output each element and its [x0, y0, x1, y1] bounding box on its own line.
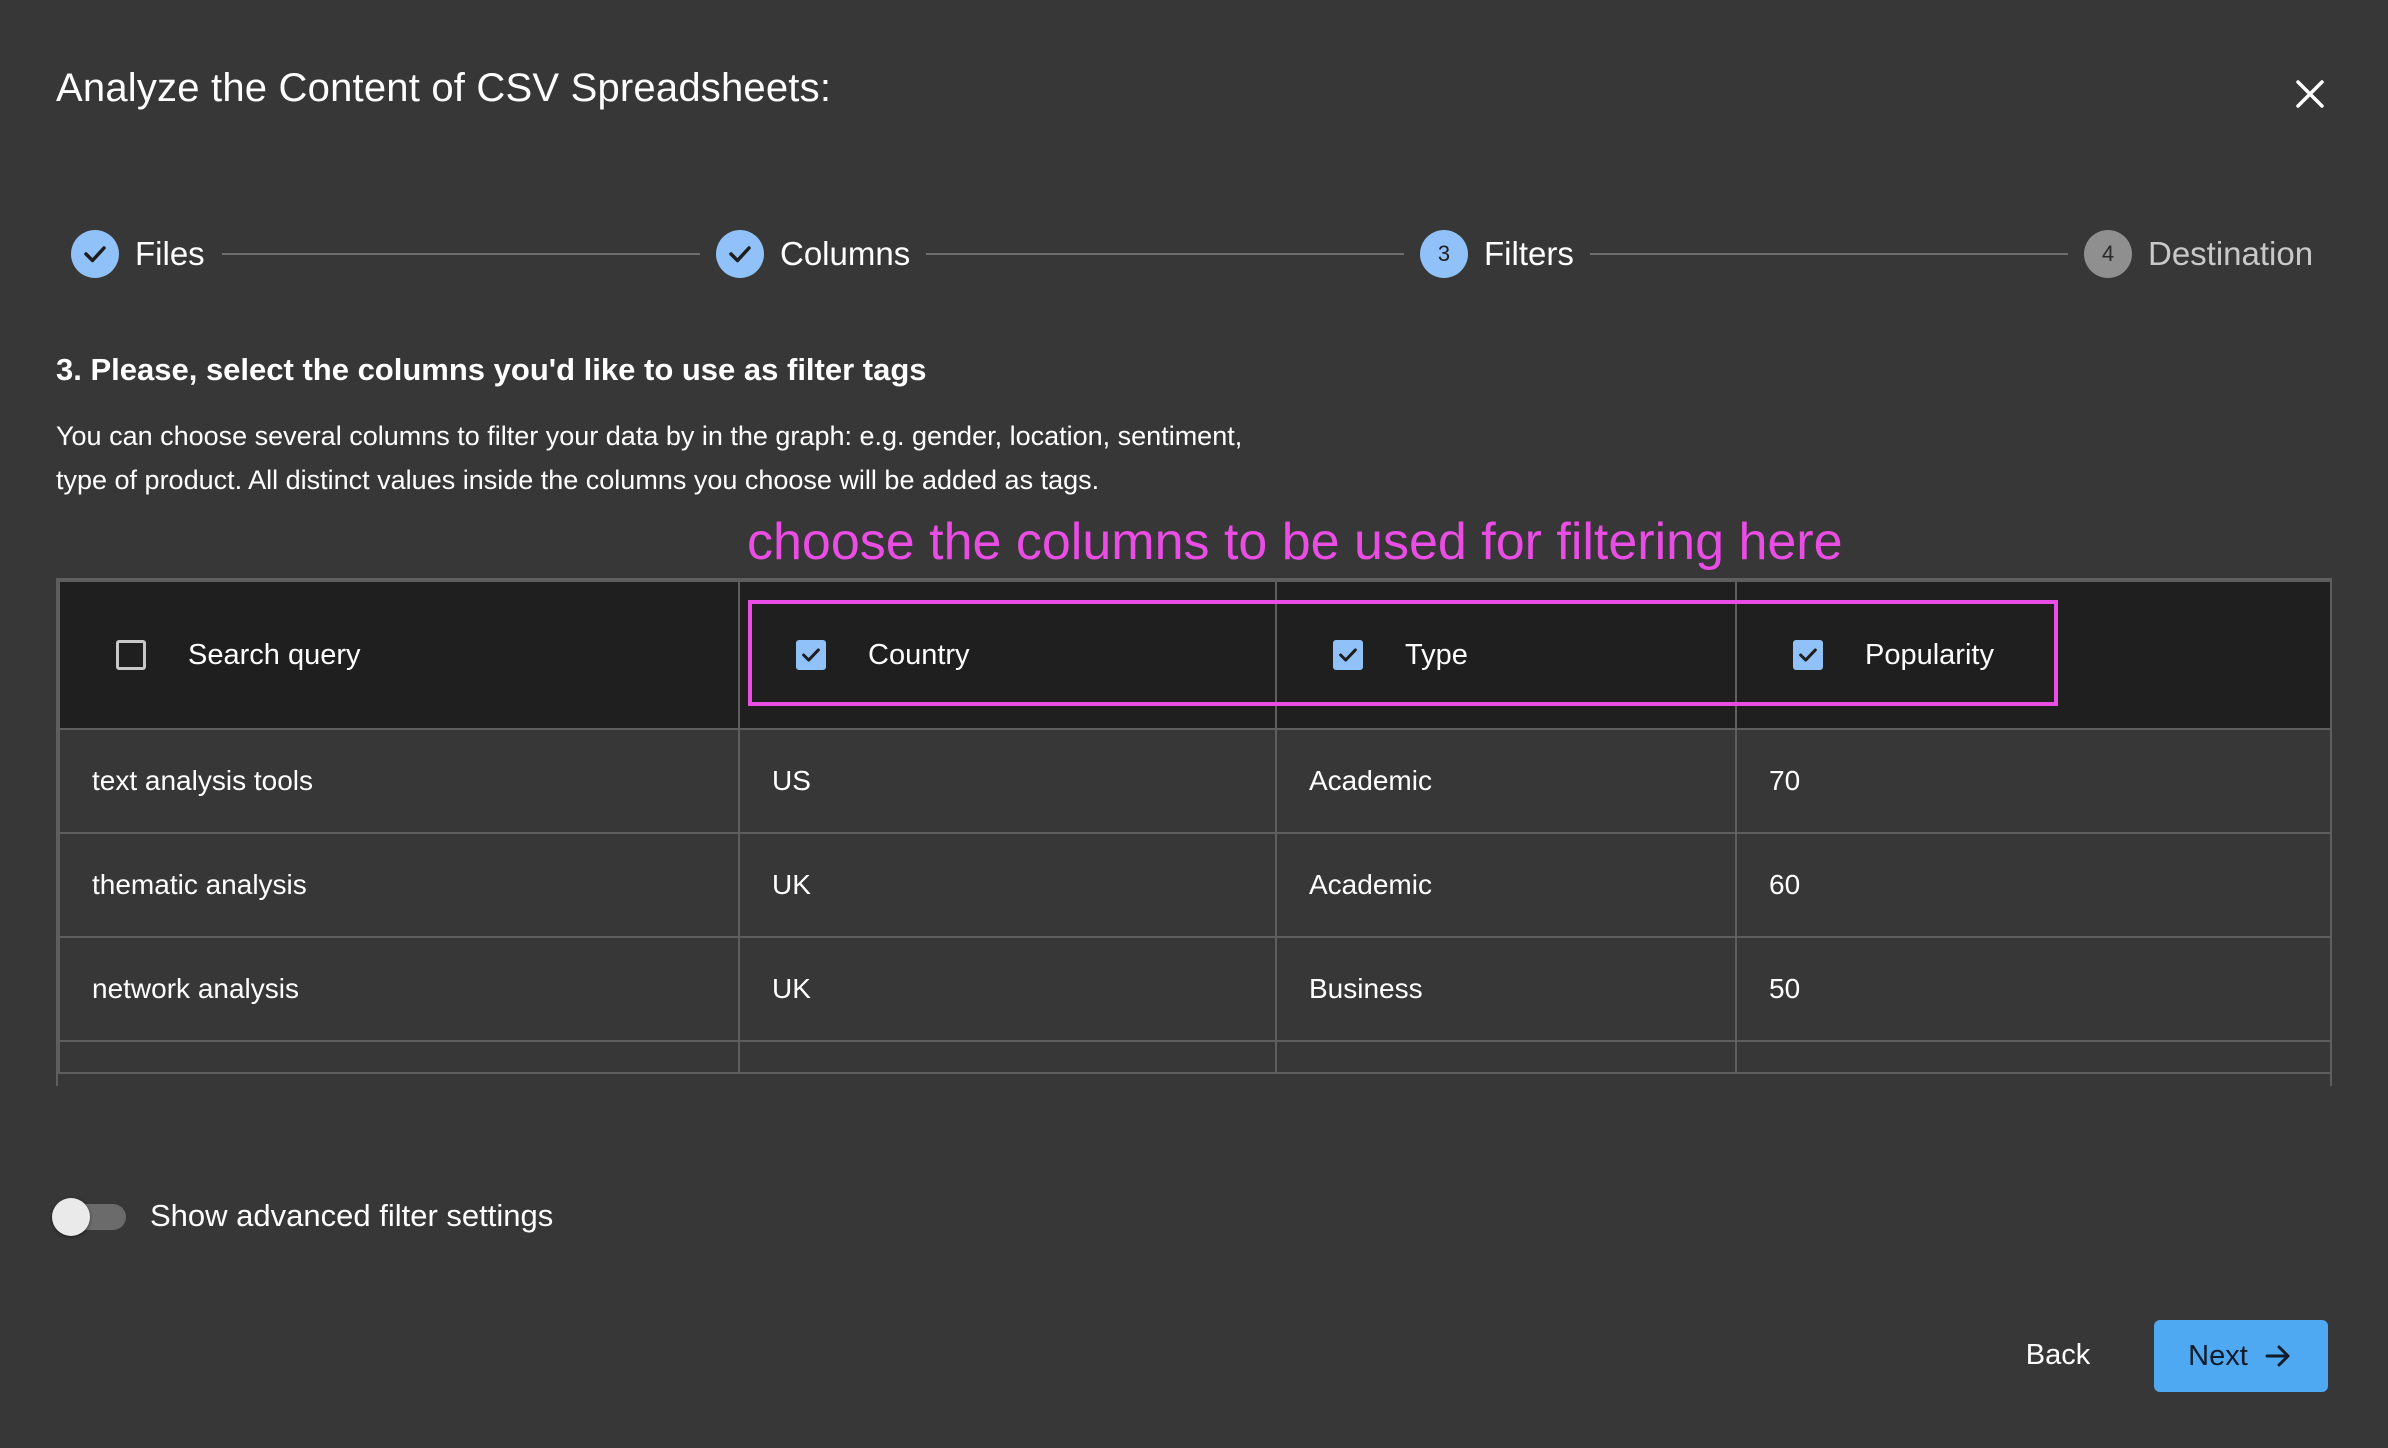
- table-cell: network analysis: [58, 936, 740, 1042]
- table-row-partial: [58, 1040, 2330, 1074]
- advanced-filter-toggle[interactable]: [52, 1198, 128, 1236]
- column-header-country: Country: [738, 580, 1277, 730]
- step-label: Destination: [2148, 235, 2314, 272]
- checkmark-icon: [1339, 648, 1357, 662]
- table-cell: Academic: [1275, 832, 1737, 938]
- table-cell: UK: [738, 832, 1277, 938]
- table-cell: thematic analysis: [58, 832, 740, 938]
- annotation-text: choose the columns to be used for filter…: [747, 513, 1843, 571]
- table-cell: Business: [1275, 936, 1737, 1042]
- step-label: Filters: [1484, 235, 1574, 272]
- back-button[interactable]: Back: [1998, 1320, 2118, 1390]
- table-cell: 70: [1735, 728, 2330, 834]
- step-done-check-icon: [716, 230, 764, 278]
- column-checkbox-search-query[interactable]: [116, 640, 146, 670]
- section-heading: 3. Please, select the columns you'd like…: [56, 352, 927, 387]
- columns-table: Search query Country Type Popularity tex…: [56, 578, 2332, 1086]
- table-cell: UK: [738, 936, 1277, 1042]
- toggle-thumb: [52, 1198, 90, 1236]
- table-cell: US: [738, 728, 1277, 834]
- step-connector: [1590, 253, 2068, 255]
- step-number: 4: [2084, 230, 2132, 278]
- column-checkbox-popularity[interactable]: [1793, 640, 1823, 670]
- table-row: thematic analysis UK Academic 60: [58, 832, 2330, 938]
- next-button-label: Next: [2188, 1339, 2248, 1372]
- step-filters[interactable]: 3 Filters: [1420, 229, 1574, 279]
- column-checkbox-country[interactable]: [796, 640, 826, 670]
- arrow-right-icon: [2265, 1345, 2290, 1367]
- column-label: Country: [868, 638, 970, 671]
- table-cell: Academic: [1275, 728, 1737, 834]
- step-connector: [222, 253, 700, 255]
- advanced-filter-label: Show advanced filter settings: [150, 1198, 554, 1233]
- column-header-popularity: Popularity: [1735, 580, 2330, 730]
- step-label: Columns: [780, 235, 911, 272]
- column-header-type: Type: [1275, 580, 1737, 730]
- table-row: text analysis tools US Academic 70: [58, 728, 2330, 834]
- table-cell: text analysis tools: [58, 728, 740, 834]
- column-header-search-query: Search query: [58, 580, 740, 730]
- next-button[interactable]: Next: [2154, 1320, 2328, 1392]
- column-label: Type: [1405, 638, 1468, 671]
- table-row: network analysis UK Business 50: [58, 936, 2330, 1042]
- step-files[interactable]: Files: [71, 229, 205, 279]
- step-destination[interactable]: 4 Destination: [2084, 229, 2313, 279]
- table-cell: 60: [1735, 832, 2330, 938]
- table-header-row: Search query Country Type Popularity: [58, 580, 2330, 730]
- section-description: You can choose several columns to filter…: [56, 421, 1243, 495]
- column-label: Popularity: [1865, 638, 1994, 671]
- step-done-check-icon: [71, 230, 119, 278]
- stepper: Files Columns 3 Filters 4 Destination: [0, 0, 2388, 300]
- column-checkbox-type[interactable]: [1333, 640, 1363, 670]
- step-columns[interactable]: Columns: [716, 229, 910, 279]
- step-number: 3: [1420, 230, 1468, 278]
- column-label: Search query: [188, 638, 361, 671]
- step-label: Files: [135, 235, 205, 272]
- step-connector: [926, 253, 1404, 255]
- checkmark-icon: [802, 648, 820, 662]
- table-cell: 50: [1735, 936, 2330, 1042]
- checkmark-icon: [1799, 648, 1817, 662]
